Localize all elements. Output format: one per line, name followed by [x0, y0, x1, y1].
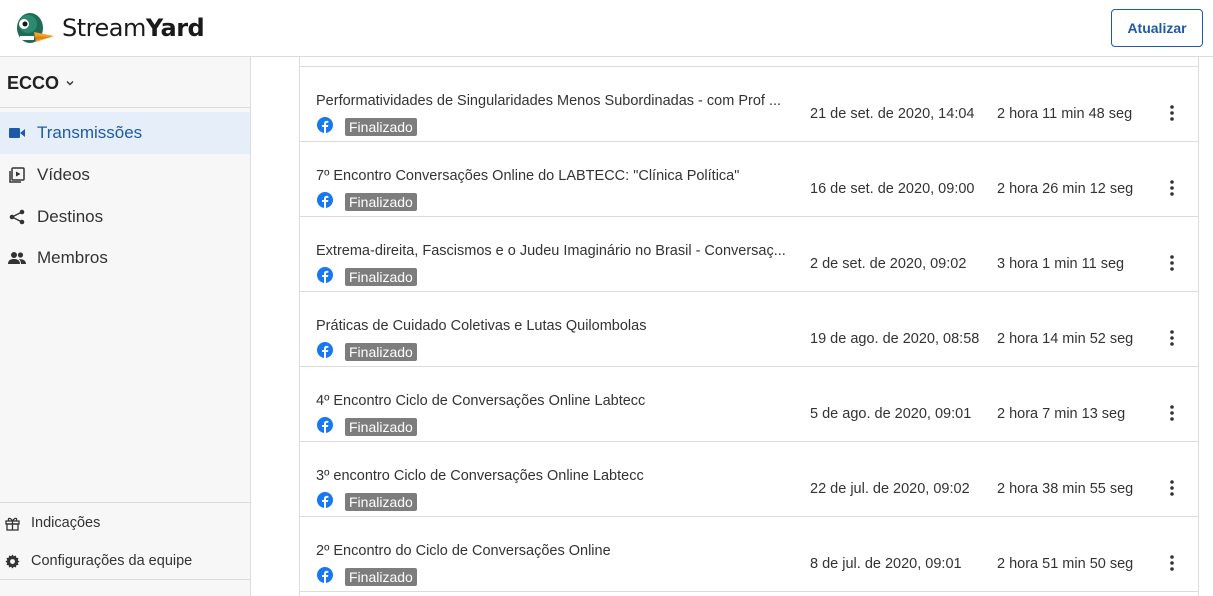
sidebar-item-label: Vídeos: [37, 165, 90, 184]
duck-logo-icon: [17, 13, 54, 43]
table-row[interactable]: Extrema-direita, Fascismos e o Judeu Ima…: [300, 217, 1198, 292]
broadcast-duration: 2 hora 14 min 52 seg: [997, 331, 1134, 347]
sidebar: ECCO Transmissões Vídeos Destinos Membro…: [0, 57, 251, 596]
sidebar-item-label: Configurações da equipe: [31, 553, 193, 569]
table-row: [300, 0, 1198, 67]
sidebar-item-label: Indicações: [31, 515, 101, 531]
sidebar-item-label: Transmissões: [37, 123, 143, 142]
broadcast-list: Performatividades de Singularidades Meno…: [299, 57, 1199, 596]
sidebar-item-membros[interactable]: Membros: [0, 237, 250, 279]
more-options-icon[interactable]: [1162, 103, 1182, 123]
facebook-icon: [317, 492, 333, 508]
broadcast-duration: 2 hora 38 min 55 seg: [997, 481, 1134, 497]
broadcast-date: 21 de set. de 2020, 14:04: [810, 106, 975, 122]
facebook-icon: [317, 117, 333, 133]
status-badge: Finalizado: [345, 418, 417, 436]
broadcast-duration: 2 hora 11 min 48 seg: [997, 106, 1133, 122]
team-selector[interactable]: ECCO: [7, 71, 75, 95]
status-badge: Finalizado: [345, 493, 417, 511]
broadcast-title[interactable]: Práticas de Cuidado Coletivas e Lutas Qu…: [316, 318, 786, 334]
broadcast-date: 22 de jul. de 2020, 09:02: [810, 481, 970, 497]
broadcast-date: 19 de ago. de 2020, 08:58: [810, 331, 980, 347]
sidebar-item-label: Membros: [37, 248, 108, 267]
broadcast-title[interactable]: Extrema-direita, Fascismos e o Judeu Ima…: [316, 243, 786, 259]
facebook-icon: [317, 417, 333, 433]
broadcast-date: 2 de set. de 2020, 09:02: [810, 256, 967, 272]
video-camera-icon: [8, 124, 26, 142]
status-badge: Finalizado: [345, 568, 417, 586]
more-options-icon[interactable]: [1162, 553, 1182, 573]
broadcast-duration: 2 hora 26 min 12 seg: [997, 181, 1134, 197]
team-name: ECCO: [7, 72, 60, 93]
broadcast-title[interactable]: 2º Encontro do Ciclo de Conversações Onl…: [316, 543, 786, 559]
sidebar-item-configuracoes[interactable]: Configurações da equipe: [0, 546, 250, 576]
sidebar-divider: [0, 107, 250, 108]
broadcast-duration: 3 hora 1 min 11 seg: [997, 256, 1125, 272]
gift-icon: [4, 515, 20, 531]
more-options-icon[interactable]: [1162, 178, 1182, 198]
facebook-icon: [317, 267, 333, 283]
table-row[interactable]: 3º encontro Ciclo de Conversações Online…: [300, 442, 1198, 517]
table-row[interactable]: Performatividades de Singularidades Meno…: [300, 67, 1198, 142]
more-options-icon[interactable]: [1162, 253, 1182, 273]
sidebar-item-indicacoes[interactable]: Indicações: [0, 508, 250, 538]
sidebar-item-transmissoes[interactable]: Transmissões: [0, 112, 250, 154]
table-row[interactable]: 2º Encontro do Ciclo de Conversações Onl…: [300, 517, 1198, 592]
broadcast-title[interactable]: 4º Encontro Ciclo de Conversações Online…: [316, 393, 786, 409]
broadcast-date: 8 de jul. de 2020, 09:01: [810, 556, 962, 572]
status-badge: Finalizado: [345, 343, 417, 361]
broadcast-title[interactable]: 3º encontro Ciclo de Conversações Online…: [316, 468, 786, 484]
broadcast-title[interactable]: 7º Encontro Conversações Online do LABTE…: [316, 168, 786, 184]
table-row[interactable]: Práticas de Cuidado Coletivas e Lutas Qu…: [300, 292, 1198, 367]
broadcast-title[interactable]: Performatividades de Singularidades Meno…: [316, 93, 786, 109]
sidebar-divider: [0, 502, 250, 503]
chevron-down-icon: [66, 81, 74, 86]
gear-icon: [4, 553, 20, 569]
more-options-icon[interactable]: [1162, 403, 1182, 423]
broadcast-duration: 2 hora 7 min 13 seg: [997, 406, 1126, 422]
brand-name: StreamYard: [62, 14, 205, 42]
streamyard-logo[interactable]: StreamYard: [14, 10, 205, 46]
table-row[interactable]: 7º Encontro Conversações Online do LABTE…: [300, 142, 1198, 217]
facebook-icon: [317, 342, 333, 358]
status-badge: Finalizado: [345, 268, 417, 286]
broadcast-date: 16 de set. de 2020, 09:00: [810, 181, 975, 197]
people-icon: [8, 249, 26, 267]
sidebar-item-label: Destinos: [37, 207, 104, 226]
table-row[interactable]: 4º Encontro Ciclo de Conversações Online…: [300, 367, 1198, 442]
status-badge: Finalizado: [345, 193, 417, 211]
video-library-icon: [8, 166, 26, 184]
facebook-icon: [317, 192, 333, 208]
more-options-icon[interactable]: [1162, 328, 1182, 348]
facebook-icon: [317, 567, 333, 583]
status-badge: Finalizado: [345, 118, 417, 136]
broadcast-duration: 2 hora 51 min 50 seg: [997, 556, 1134, 572]
share-icon: [8, 208, 26, 226]
sidebar-item-videos[interactable]: Vídeos: [0, 154, 250, 196]
more-options-icon[interactable]: [1162, 478, 1182, 498]
broadcast-date: 5 de ago. de 2020, 09:01: [810, 406, 972, 422]
sidebar-item-destinos[interactable]: Destinos: [0, 196, 250, 238]
sidebar-divider: [0, 579, 250, 580]
